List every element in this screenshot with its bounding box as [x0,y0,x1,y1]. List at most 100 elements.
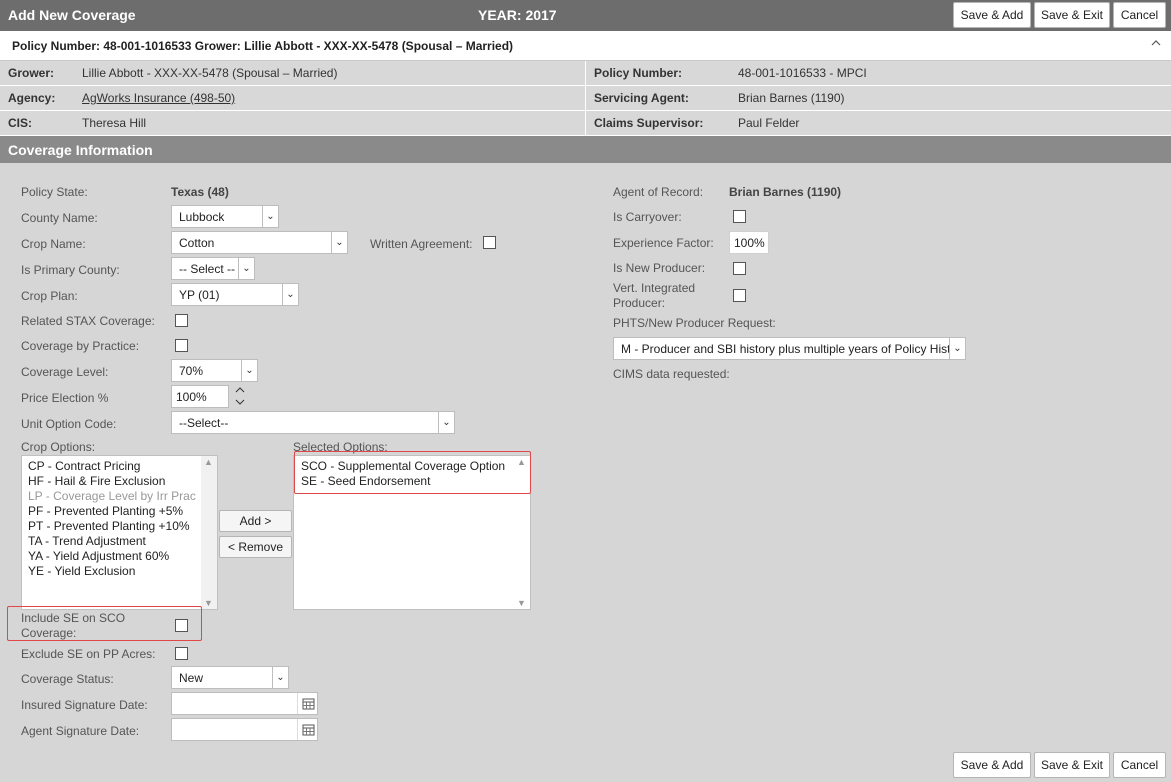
cancel-button[interactable]: Cancel [1113,2,1166,28]
chevron-down-icon: ⌄ [238,258,254,279]
list-item: LP - Coverage Level by Irr Prac [28,489,196,503]
crop-plan-select-value: YP (01) [179,288,220,302]
policy-number-label: Policy Number: [594,66,683,80]
experience-factor-input[interactable]: 100% [729,231,769,254]
chevron-down-icon: ⌄ [949,338,965,359]
experience-factor-label: Experience Factor: [613,236,714,250]
agency-row: Agency: AgWorks Insurance (498-50) [0,86,585,111]
crop-select[interactable]: Cotton ⌄ [171,231,348,254]
coverage-level-label: Coverage Level: [21,365,109,379]
cis-row: CIS: Theresa Hill [0,111,585,136]
coverage-level-select-value: 70% [179,364,204,378]
list-item[interactable]: TA - Trend Adjustment [28,534,146,548]
grower-row: Grower: Lillie Abbott - XXX-XX-5478 (Spo… [0,61,585,86]
grower-value: Lillie Abbott - XXX-XX-5478 (Spousal – M… [82,66,338,80]
phts-select[interactable]: M - Producer and SBI history plus multip… [613,337,966,360]
list-item[interactable]: CP - Contract Pricing [28,459,140,473]
claims-supervisor-value: Paul Felder [738,116,800,130]
chevron-down-icon[interactable]: ▼ [204,598,213,608]
policy-summary-text: Policy Number: 48-001-1016533 Grower: Li… [12,39,514,53]
primary-county-label: Is Primary County: [21,263,120,277]
agent-signature-date-input[interactable] [171,718,318,741]
list-item[interactable]: PT - Prevented Planting +10% [28,519,190,533]
agent-of-record-label: Agent of Record: [613,185,704,199]
vert-integrated-checkbox[interactable] [733,289,746,302]
spinner-icon[interactable] [230,385,250,408]
vert-integrated-label-line2: Producer: [613,296,666,310]
primary-county-select-value: -- Select -- [179,262,236,276]
chevron-down-icon: ⌄ [272,667,288,688]
related-stax-label: Related STAX Coverage: [21,314,155,328]
coverage-status-label: Coverage Status: [21,672,114,686]
exclude-se-label: Exclude SE on PP Acres: [21,647,156,661]
county-select-value: Lubbock [179,210,225,224]
save-add-button-bottom[interactable]: Save & Add [953,752,1031,778]
grower-label: Grower: [8,66,55,80]
crop-options-scrollbar[interactable]: ▲ ▼ [201,456,217,609]
written-agreement-checkbox[interactable] [483,236,496,249]
agent-of-record-value: Brian Barnes (1190) [729,185,842,199]
related-stax-checkbox[interactable] [175,314,188,327]
carryover-label: Is Carryover: [613,210,682,224]
policy-number-row: Policy Number: 48-001-1016533 - MPCI [586,61,1171,86]
vert-integrated-label: Vert. Integrated [613,281,696,295]
crop-label: Crop Name: [21,237,86,251]
claims-supervisor-label: Claims Supervisor: [594,116,704,130]
chevron-down-icon: ⌄ [241,360,257,381]
crop-plan-label: Crop Plan: [21,289,78,303]
policy-number-value: 48-001-1016533 - MPCI [738,66,867,80]
unit-option-label: Unit Option Code: [21,417,117,431]
section-title: Coverage Information [8,142,153,158]
coverage-by-practice-checkbox[interactable] [175,339,188,352]
county-label: County Name: [21,211,98,225]
crop-select-value: Cotton [179,236,215,250]
save-exit-button[interactable]: Save & Exit [1034,2,1110,28]
unit-option-select[interactable]: --Select-- ⌄ [171,411,455,434]
info-divider [585,61,586,136]
claims-supervisor-row: Claims Supervisor: Paul Felder [586,111,1171,136]
county-select[interactable]: Lubbock ⌄ [171,205,279,228]
remove-option-button[interactable]: < Remove [219,536,292,558]
agency-link[interactable]: AgWorks Insurance (498-50) [82,91,235,105]
list-item[interactable]: YA - Yield Adjustment 60% [28,549,169,563]
price-election-value: 100% [176,390,207,404]
new-producer-checkbox[interactable] [733,262,746,275]
price-election-input[interactable]: 100% [171,385,229,408]
save-exit-button-bottom[interactable]: Save & Exit [1034,752,1110,778]
coverage-status-select[interactable]: New ⌄ [171,666,289,689]
agent-signature-label: Agent Signature Date: [21,724,140,738]
servicing-agent-label: Servicing Agent: [594,91,689,105]
highlight-box [7,606,202,641]
calendar-icon[interactable] [297,693,317,714]
cims-label: CIMS data requested: [613,367,730,381]
list-item[interactable]: PF - Prevented Planting +5% [28,504,183,518]
save-add-button[interactable]: Save & Add [953,2,1031,28]
chevron-up-icon[interactable] [1151,37,1161,51]
chevron-down-icon[interactable]: ▼ [517,598,526,608]
chevron-down-icon: ⌄ [262,206,278,227]
policy-state-label: Policy State: [21,185,88,199]
phts-label: PHTS/New Producer Request: [613,316,776,330]
carryover-checkbox[interactable] [733,210,746,223]
cancel-button-bottom[interactable]: Cancel [1113,752,1166,778]
crop-options-label: Crop Options: [21,440,96,454]
list-item[interactable]: YE - Yield Exclusion [28,564,135,578]
coverage-level-select[interactable]: 70% ⌄ [171,359,258,382]
primary-county-select[interactable]: -- Select -- ⌄ [171,257,255,280]
coverage-status-select-value: New [179,671,204,685]
crop-plan-select[interactable]: YP (01) ⌄ [171,283,299,306]
insured-signature-label: Insured Signature Date: [21,698,148,712]
policy-state-value: Texas (48) [171,185,229,199]
calendar-icon[interactable] [297,719,317,740]
chevron-up-icon[interactable]: ▲ [204,457,213,467]
window-title: Add New Coverage [8,7,136,23]
list-item[interactable]: HF - Hail & Fire Exclusion [28,474,165,488]
exclude-se-checkbox[interactable] [175,647,188,660]
policy-summary-bar[interactable]: Policy Number: 48-001-1016533 Grower: Li… [0,31,1171,61]
add-option-button[interactable]: Add > [219,510,292,532]
insured-signature-date-input[interactable] [171,692,318,715]
experience-factor-value: 100% [734,236,765,250]
crop-options-listbox[interactable]: CP - Contract Pricing HF - Hail & Fire E… [21,455,218,610]
phts-select-value: M - Producer and SBI history plus multip… [621,342,949,356]
coverage-by-practice-label: Coverage by Practice: [21,339,140,353]
